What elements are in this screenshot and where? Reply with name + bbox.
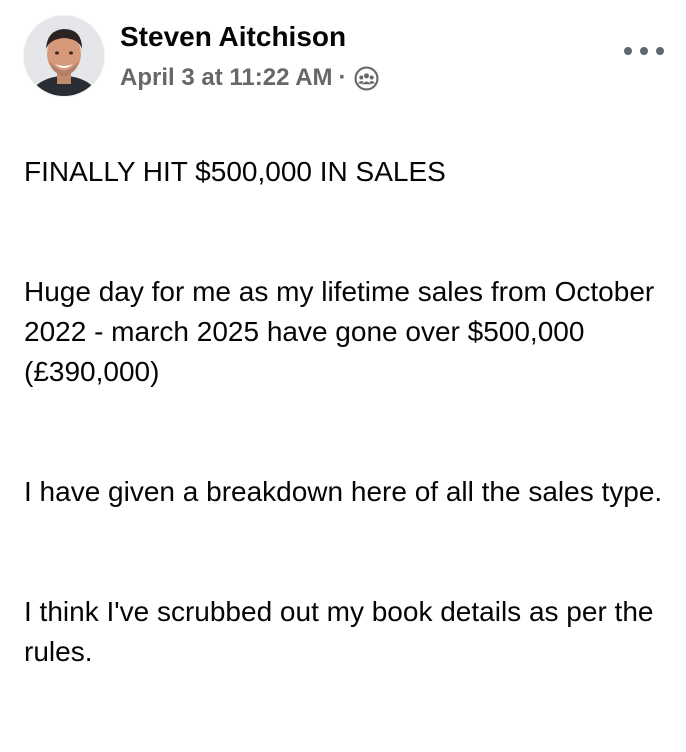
more-dot <box>624 47 632 55</box>
meta-separator: · <box>338 64 347 91</box>
post-paragraph: I think I've scrubbed out my book detail… <box>24 596 654 667</box>
author-name[interactable]: Steven Aitchison <box>120 19 346 55</box>
post-meta: April 3 at 11:22 AM · <box>120 60 379 96</box>
post-timestamp[interactable]: April 3 at 11:22 AM <box>120 64 333 92</box>
more-dot <box>656 47 664 55</box>
more-dot <box>640 47 648 55</box>
post-paragraph: I have given a breakdown here of all the… <box>24 476 663 507</box>
group-audience-icon[interactable] <box>354 66 379 91</box>
facebook-post: Steven Aitchison April 3 at 11:22 AM · F… <box>0 0 686 667</box>
post-paragraph: FINALLY HIT $500,000 IN SALES <box>24 156 446 187</box>
post-paragraph: Huge day for me as my lifetime sales fro… <box>24 276 655 387</box>
more-options-icon[interactable] <box>624 36 664 66</box>
profile-photo <box>24 16 104 96</box>
author-avatar[interactable] <box>24 16 104 96</box>
post-text: FINALLY HIT $500,000 IN SALES Huge day f… <box>24 112 674 752</box>
